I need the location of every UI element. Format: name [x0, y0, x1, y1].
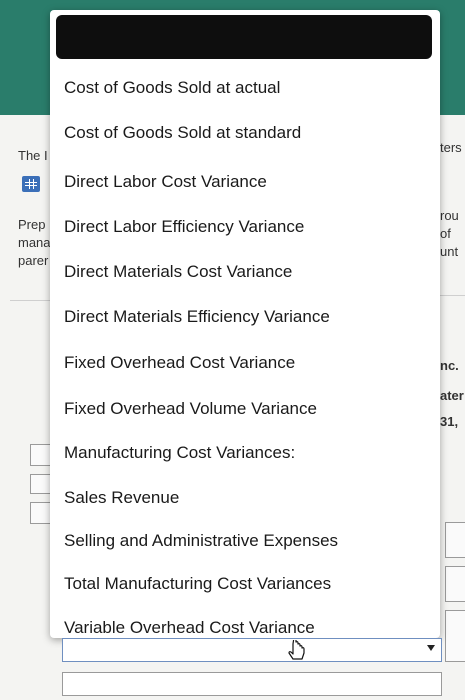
account-select-next[interactable]: [62, 672, 442, 696]
hand-pointer-icon: [288, 640, 305, 660]
bg-text-nc: nc.: [440, 358, 459, 373]
input-cell[interactable]: [445, 610, 465, 662]
bg-text-ater: ater: [440, 388, 464, 403]
dropdown-option[interactable]: Variable Overhead Cost Variance: [64, 618, 315, 638]
dropdown-option[interactable]: Direct Materials Cost Variance: [64, 262, 292, 282]
bg-text-the: The I: [18, 148, 48, 163]
dropdown-option[interactable]: Cost of Goods Sold at standard: [64, 123, 301, 143]
bg-text-mana: mana: [18, 235, 51, 250]
bg-text-unt: unt: [440, 244, 459, 259]
dropdown-option[interactable]: Direct Labor Cost Variance: [64, 172, 267, 192]
chevron-down-icon[interactable]: [427, 645, 435, 651]
dropdown-option[interactable]: Direct Labor Efficiency Variance: [64, 217, 304, 237]
bg-text-prep: Prep: [18, 217, 46, 232]
bg-text-31: 31,: [440, 414, 459, 429]
dropdown-blank-option[interactable]: [56, 15, 432, 59]
dropdown-option[interactable]: Fixed Overhead Cost Variance: [64, 353, 295, 373]
dropdown-option[interactable]: Sales Revenue: [64, 488, 179, 508]
divider: [440, 295, 465, 296]
dropdown-option[interactable]: Manufacturing Cost Variances:: [64, 443, 295, 463]
table-grid-icon[interactable]: [22, 176, 40, 192]
account-select[interactable]: [62, 638, 442, 662]
dropdown-option[interactable]: Direct Materials Efficiency Variance: [64, 307, 330, 327]
input-cell[interactable]: [445, 522, 465, 558]
bg-text-ters: ters: [440, 140, 462, 155]
account-dropdown-list[interactable]: Cost of Goods Sold at actual Cost of Goo…: [50, 10, 440, 638]
bg-text-parer: parer: [18, 253, 49, 268]
input-cell[interactable]: [445, 566, 465, 602]
dropdown-option[interactable]: Total Manufacturing Cost Variances: [64, 574, 331, 594]
dropdown-option[interactable]: Cost of Goods Sold at actual: [64, 78, 280, 98]
bg-text-of: of: [440, 226, 451, 241]
dropdown-option[interactable]: Fixed Overhead Volume Variance: [64, 399, 317, 419]
bg-text-rou: rou: [440, 208, 459, 223]
divider: [10, 300, 50, 301]
dropdown-option[interactable]: Selling and Administrative Expenses: [64, 531, 338, 551]
